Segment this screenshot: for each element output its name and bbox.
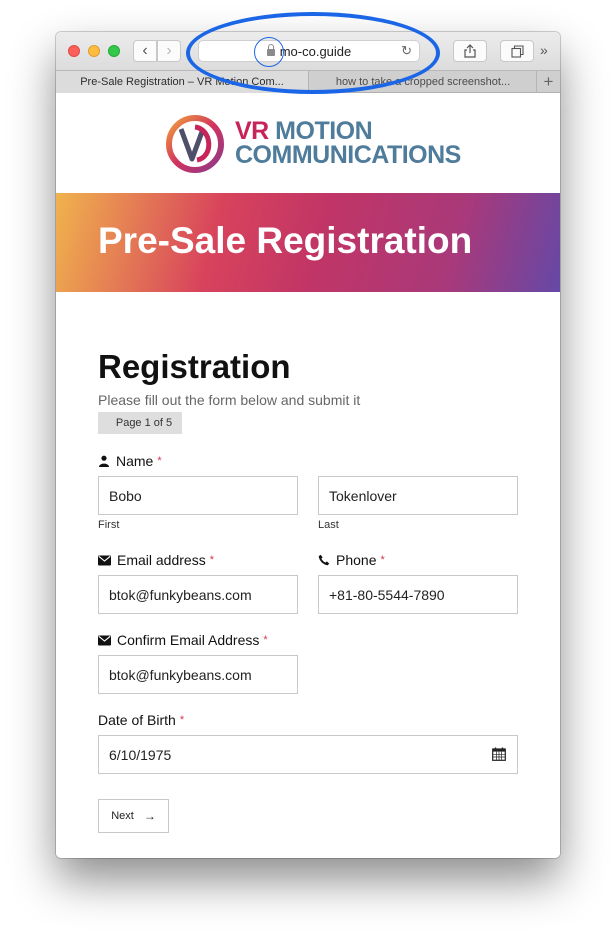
browser-window: ‹ › mo-co.guide ↻ » Pre-Sale Registratio…: [56, 32, 560, 858]
required-marker: *: [157, 455, 162, 467]
screenshot-stage: ‹ › mo-co.guide ↻ » Pre-Sale Registratio…: [0, 0, 616, 939]
next-button-label: Next: [111, 810, 134, 822]
logo-communications-text: COMMUNICATIONS: [235, 141, 461, 169]
plus-icon: +: [543, 72, 554, 91]
page-indicator: Page 1 of 5: [98, 412, 182, 434]
more-toolbar-items-icon[interactable]: »: [540, 42, 548, 58]
required-marker: *: [179, 714, 185, 726]
confirm-email-input[interactable]: btok@funkybeans.com: [98, 655, 298, 694]
dob-label-text: Date of Birth: [98, 712, 176, 728]
share-button[interactable]: [453, 40, 487, 62]
required-marker: *: [209, 554, 214, 566]
next-button[interactable]: Next →: [98, 799, 169, 833]
name-label: Name *: [98, 453, 162, 469]
form-subtitle: Please fill out the form below and submi…: [98, 392, 361, 408]
minimize-window-button[interactable]: [88, 45, 100, 57]
last-name-input[interactable]: Tokenlover: [318, 476, 518, 515]
email-input[interactable]: btok@funkybeans.com: [98, 575, 298, 614]
annotation-ellipse: [186, 12, 440, 94]
phone-label: Phone *: [318, 552, 385, 568]
web-page: VR MOTION COMMUNICATIONS Pre-Sale Regist…: [56, 93, 560, 858]
form-heading: Registration: [98, 348, 291, 385]
dob-input[interactable]: 6/10/1975: [98, 735, 518, 774]
share-icon: [464, 44, 476, 58]
name-label-text: Name: [116, 453, 154, 469]
envelope-icon: [98, 635, 111, 645]
banner-title: Pre-Sale Registration: [98, 220, 473, 261]
tabs-icon: [510, 44, 524, 58]
first-name-hint: First: [98, 519, 120, 531]
vr-motion-logo[interactable]: VR MOTION COMMUNICATIONS: [164, 113, 464, 175]
phone-input[interactable]: +81-80-5544-7890: [318, 575, 518, 614]
confirm-email-label-text: Confirm Email Address: [117, 632, 260, 648]
confirm-email-label: Confirm Email Address *: [98, 632, 268, 648]
chevron-right-icon: ›: [166, 42, 172, 59]
user-icon: [99, 455, 109, 467]
required-marker: *: [263, 634, 268, 646]
required-marker: *: [380, 554, 385, 566]
last-name-hint: Last: [318, 519, 339, 531]
email-label-text: Email address: [117, 552, 206, 568]
phone-label-text: Phone: [336, 552, 377, 568]
back-button[interactable]: ‹: [133, 40, 157, 62]
new-tab-button[interactable]: +: [536, 71, 560, 93]
dob-value: 6/10/1975: [109, 746, 172, 763]
dob-label: Date of Birth *: [98, 712, 184, 728]
email-label: Email address *: [98, 552, 214, 568]
hero-banner: Pre-Sale Registration: [56, 193, 560, 292]
logo-wordmark: VR MOTION COMMUNICATIONS: [235, 119, 461, 169]
arrow-right-icon: →: [143, 809, 156, 823]
chevron-left-icon: ‹: [142, 42, 148, 59]
show-tabs-button[interactable]: [500, 40, 534, 62]
annotation-lock-circle: [254, 37, 284, 67]
phone-icon: [318, 554, 330, 566]
close-window-button[interactable]: [68, 45, 80, 57]
first-name-input[interactable]: Bobo: [98, 476, 298, 515]
envelope-icon: [98, 555, 111, 565]
zoom-window-button[interactable]: [108, 45, 120, 57]
forward-button[interactable]: ›: [157, 40, 181, 62]
logo-mark-icon: [166, 115, 224, 173]
calendar-icon[interactable]: [492, 747, 506, 761]
